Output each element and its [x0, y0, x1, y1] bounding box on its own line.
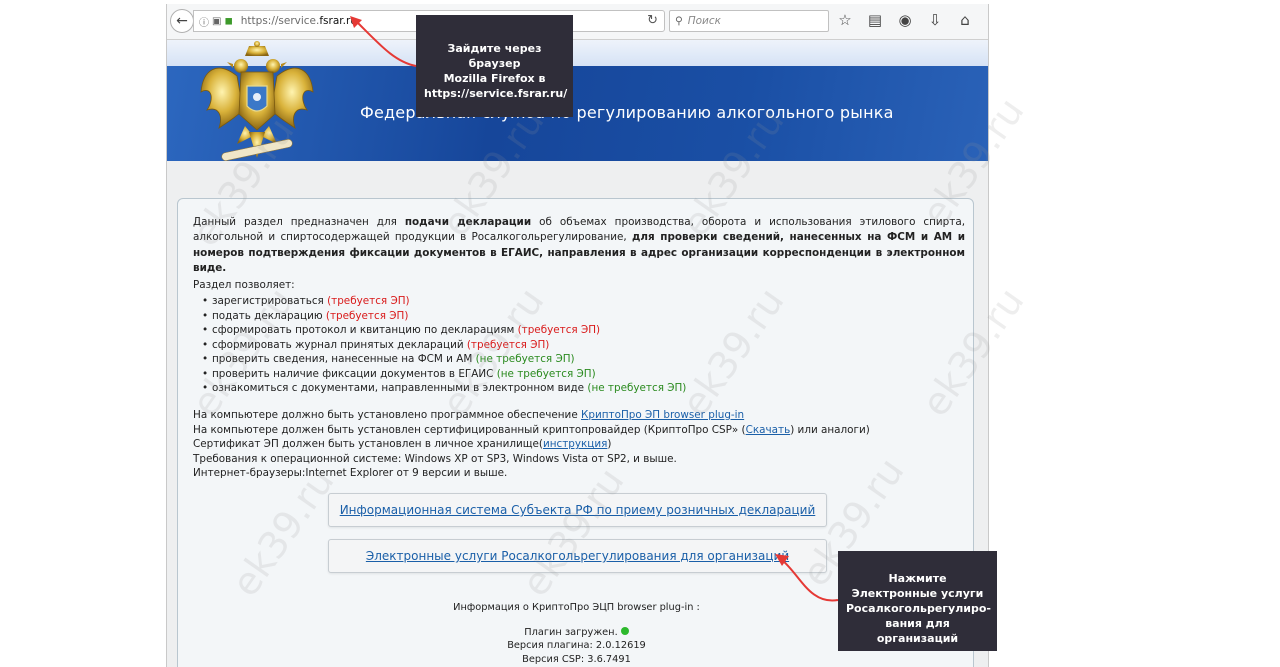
- reload-icon[interactable]: ↻: [647, 13, 658, 28]
- cryptopro-plugin-link[interactable]: КриптоПро ЭП browser plug-in: [581, 409, 744, 421]
- star-icon[interactable]: ☆: [837, 11, 853, 29]
- software-requirements: На компьютере должно быть установлено пр…: [193, 409, 870, 480]
- reading-list-icon[interactable]: ▤: [867, 11, 883, 29]
- lock-icon: ◼: [224, 15, 233, 27]
- callout-open-url: Зайдите через браузер Mozilla Firefox в …: [416, 15, 573, 117]
- features-list: зарегистрироваться (требуется ЭП) подать…: [202, 294, 686, 396]
- camera-icon: ▣: [212, 15, 222, 27]
- browser-toolbar: ← ⓘ ▣ ◼ https://service.fsrar.ru ↻ ⚲ Пои…: [167, 4, 988, 40]
- csp-version: Версия CSP: 3.6.7491: [522, 653, 631, 665]
- intro-paragraph: Данный раздел предназначен для подачи де…: [193, 216, 965, 275]
- download-icon[interactable]: ⇩: [927, 11, 943, 29]
- url-text[interactable]: https://service.fsrar.ru: [241, 15, 357, 27]
- instruction-link[interactable]: инструкция: [543, 438, 607, 450]
- list-item: ознакомиться с документами, направленным…: [202, 381, 686, 396]
- list-item: проверить наличие фиксации документов в …: [202, 367, 686, 382]
- regional-declarations-button[interactable]: Информационная система Субъекта РФ по пр…: [328, 493, 827, 527]
- browser-requirements: Интернет-браузеры:Internet Explorer от 9…: [193, 467, 508, 480]
- list-item: сформировать протокол и квитанцию по дек…: [202, 323, 686, 338]
- coat-of-arms-emblem: [200, 41, 314, 161]
- os-requirements: Требования к операционной системе: Windo…: [193, 452, 677, 465]
- list-item: сформировать журнал принятых деклараций …: [202, 338, 686, 353]
- allows-label: Раздел позволяет:: [193, 279, 295, 291]
- status-dot-icon: [620, 626, 629, 635]
- search-input[interactable]: ⚲ Поиск: [669, 10, 829, 32]
- site-header: Федеральная служба по регулированию алко…: [167, 40, 988, 161]
- callout-click-eservices: Нажмите Электронные услуги Росалкогольре…: [838, 551, 997, 651]
- back-arrow-icon[interactable]: ←: [170, 9, 194, 33]
- info-icon[interactable]: ⓘ: [199, 14, 209, 29]
- list-item: зарегистрироваться (требуется ЭП): [202, 294, 686, 309]
- list-item: проверить сведения, нанесенные на ФСМ и …: [202, 352, 686, 367]
- plugin-status: Плагин загружен.: [524, 626, 618, 638]
- list-item: подать декларацию (требуется ЭП): [202, 309, 686, 324]
- pocket-icon[interactable]: ◉: [897, 11, 913, 29]
- search-icon: ⚲: [675, 15, 683, 27]
- home-icon[interactable]: ⌂: [957, 11, 973, 29]
- search-placeholder: Поиск: [687, 15, 721, 27]
- eservices-button[interactable]: Электронные услуги Росалкогольрегулирова…: [328, 539, 827, 573]
- download-csp-link[interactable]: Скачать: [746, 424, 791, 436]
